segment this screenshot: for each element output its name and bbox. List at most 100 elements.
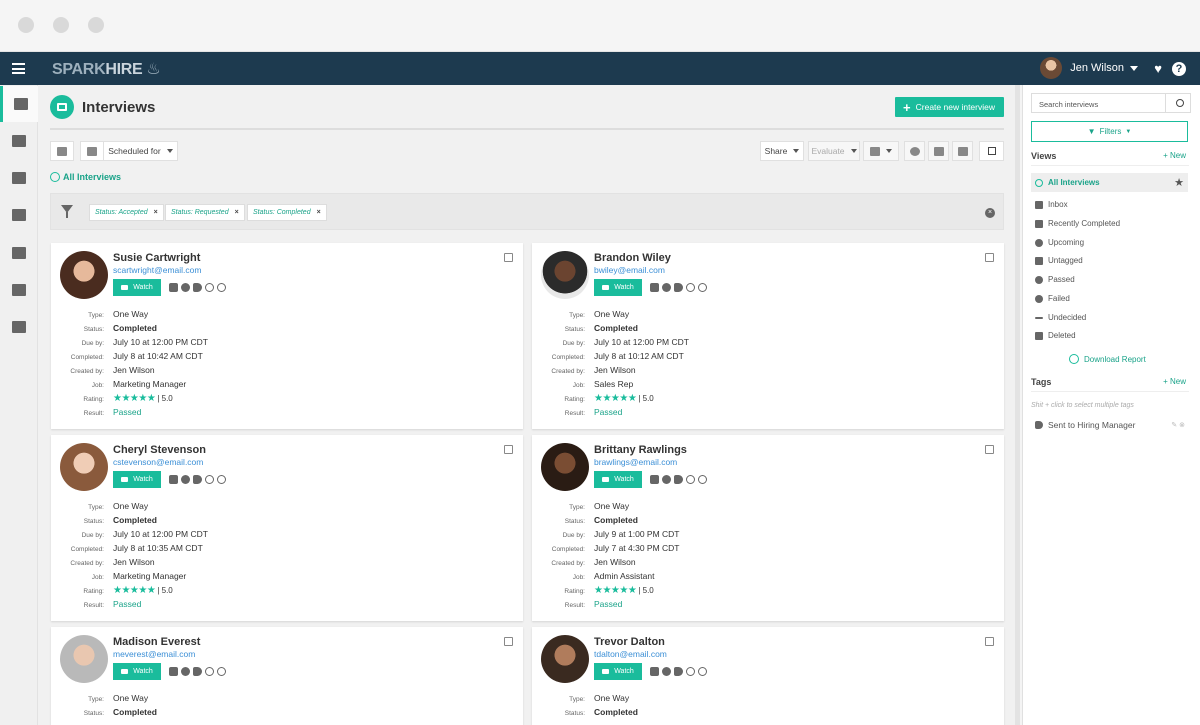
candidate-name[interactable]: Susie Cartwright [113,252,200,264]
candidate-email[interactable]: tdalton@email.com [594,649,667,659]
candidate-email[interactable]: cstevenson@email.com [113,457,203,467]
star-icon[interactable]: ★ [1174,176,1184,189]
link-icon[interactable] [205,475,214,484]
sidebar-item-templates[interactable] [0,309,38,345]
candidate-name[interactable]: Brittany Rawlings [594,444,687,456]
cancel-icon[interactable] [698,667,707,676]
candidate-email[interactable]: scartwright@email.com [113,265,201,275]
cancel-icon[interactable] [217,283,226,292]
share-dropdown[interactable]: Share [760,141,804,161]
cancel-icon[interactable] [217,667,226,676]
delete-button[interactable] [952,141,973,161]
archive-icon[interactable] [650,667,659,676]
watch-button[interactable]: Watch [594,279,642,296]
link-icon[interactable] [686,667,695,676]
archive-icon[interactable] [169,283,178,292]
check-icon[interactable] [662,475,671,484]
archive-icon[interactable] [650,475,659,484]
list-view-button[interactable] [50,141,74,161]
interview-card[interactable]: Susie Cartwright scartwright@email.com W… [51,243,523,429]
check-icon[interactable] [662,667,671,676]
sort-order-button[interactable] [80,141,104,161]
interview-card[interactable]: Madison Everest meverest@email.com Watch… [51,627,523,725]
help-icon[interactable]: ? [1172,62,1186,76]
interview-card[interactable]: Brandon Wiley bwiley@email.com Watch Typ… [532,243,1004,429]
link-icon[interactable] [686,283,695,292]
interview-card[interactable]: Cheryl Stevenson cstevenson@email.com Wa… [51,435,523,621]
heart-icon[interactable]: ♥ [1154,61,1162,76]
tag-icon[interactable] [674,283,683,292]
sidebar-item-inbox[interactable] [0,197,38,233]
new-tag-button[interactable]: + New [1163,377,1186,386]
check-icon[interactable] [181,475,190,484]
view-item-all-interviews[interactable]: All Interviews ★ [1031,173,1188,192]
check-icon[interactable] [181,283,190,292]
candidate-email[interactable]: bwiley@email.com [594,265,665,275]
tag-icon[interactable] [193,475,202,484]
clear-filters-icon[interactable]: × [985,208,995,218]
view-item-failed[interactable]: Failed [1031,289,1188,308]
new-view-button[interactable]: + New [1163,151,1186,160]
evaluate-dropdown[interactable]: Evaluate [808,141,860,161]
watch-button[interactable]: Watch [594,663,642,680]
select-checkbox[interactable] [504,637,513,646]
window-minimize-dot[interactable] [53,17,69,33]
select-checkbox[interactable] [504,253,513,262]
interview-card[interactable]: Brittany Rawlings brawlings@email.com Wa… [532,435,1004,621]
user-menu[interactable]: Jen Wilson [1040,57,1138,79]
remove-filter-icon[interactable]: × [235,209,239,216]
watch-button[interactable]: Watch [113,663,161,680]
check-icon[interactable] [181,667,190,676]
window-maximize-dot[interactable] [88,17,104,33]
view-item-deleted[interactable]: Deleted [1031,326,1188,345]
candidate-name[interactable]: Brandon Wiley [594,252,671,264]
archive-icon[interactable] [650,283,659,292]
download-report-link[interactable]: Download Report [1069,354,1146,364]
archive-icon[interactable] [169,667,178,676]
sidebar-item-calendar[interactable] [0,160,38,196]
view-item-upcoming[interactable]: Upcoming [1031,233,1188,252]
window-close-dot[interactable] [18,17,34,33]
search-input[interactable]: Search interviews [1031,93,1191,113]
select-all-button[interactable] [979,141,1004,161]
candidate-name[interactable]: Madison Everest [113,636,200,648]
select-checkbox[interactable] [985,637,994,646]
interview-card[interactable]: Trevor Dalton tdalton@email.com Watch Ty… [532,627,1004,725]
view-item-passed[interactable]: Passed [1031,270,1188,289]
filter-chip-accepted[interactable]: Status: Accepted × [89,204,164,221]
cancel-icon[interactable] [698,475,707,484]
current-view-link[interactable]: All Interviews [50,172,121,182]
archive-button[interactable] [928,141,949,161]
candidate-name[interactable]: Cheryl Stevenson [113,444,206,456]
remove-filter-icon[interactable]: × [317,209,321,216]
main-scrollbar[interactable] [1015,85,1020,725]
link-icon[interactable] [205,667,214,676]
candidate-email[interactable]: meverest@email.com [113,649,195,659]
link-icon[interactable] [686,475,695,484]
watch-button[interactable]: Watch [113,471,161,488]
select-checkbox[interactable] [985,445,994,454]
view-item-untagged[interactable]: Untagged [1031,251,1188,270]
filter-chip-completed[interactable]: Status: Completed × [247,204,327,221]
edit-tag-icon[interactable]: ✎ ⊗ [1171,421,1185,429]
link-icon[interactable] [205,283,214,292]
filters-button[interactable]: ▼ Filters ▼ [1031,121,1188,142]
spark-hire-logo[interactable]: SPARKHIRE ♨ [52,59,161,79]
check-icon[interactable] [662,283,671,292]
tag-icon[interactable] [193,667,202,676]
tag-item[interactable]: Sent to Hiring Manager ✎ ⊗ [1035,420,1185,430]
cancel-icon[interactable] [217,475,226,484]
candidate-name[interactable]: Trevor Dalton [594,636,665,648]
cancel-icon[interactable] [698,283,707,292]
menu-icon[interactable] [12,63,25,74]
select-checkbox[interactable] [504,445,513,454]
archive-icon[interactable] [169,475,178,484]
view-item-inbox[interactable]: Inbox [1031,195,1188,214]
sidebar-item-folders[interactable] [0,235,38,271]
remove-filter-icon[interactable]: × [154,209,158,216]
tag-icon[interactable] [674,667,683,676]
sidebar-item-reports[interactable] [0,272,38,308]
filter-chip-requested[interactable]: Status: Requested × [165,204,245,221]
create-interview-button[interactable]: + Create new interview [895,97,1004,117]
watch-button[interactable]: Watch [113,279,161,296]
